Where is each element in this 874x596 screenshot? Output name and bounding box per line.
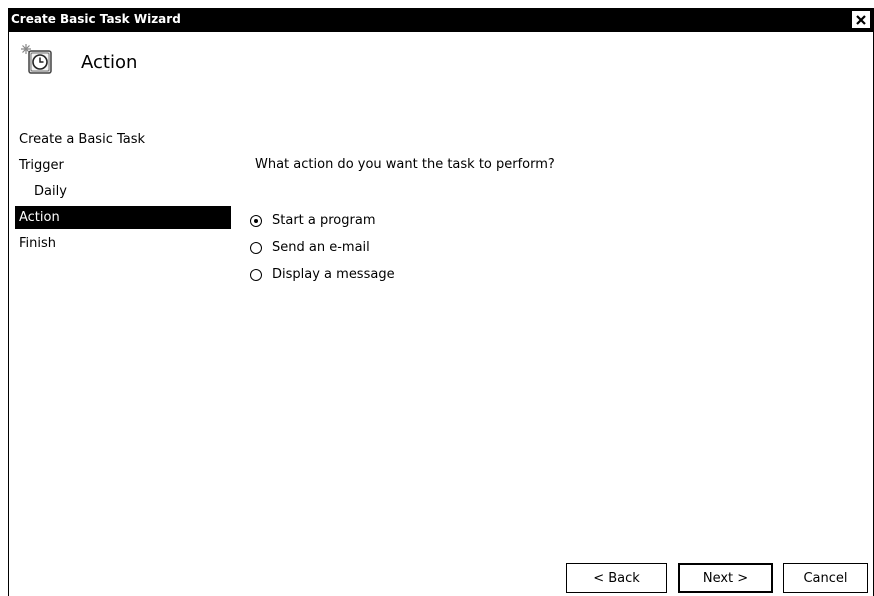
- title-bar[interactable]: Create Basic Task Wizard: [9, 8, 873, 32]
- radio-button[interactable]: [250, 268, 262, 281]
- radio-label-start-program[interactable]: Start a program: [272, 213, 375, 228]
- radio-label-send-email[interactable]: Send an e-mail: [272, 240, 370, 255]
- back-button[interactable]: < Back: [566, 563, 667, 593]
- window-title: Create Basic Task Wizard: [11, 12, 181, 26]
- nav-step-action: Action: [15, 206, 231, 229]
- radio-button[interactable]: [250, 241, 262, 254]
- radio-label-display-message[interactable]: Display a message: [272, 267, 395, 282]
- wizard-steps-nav: Create a Basic Task Trigger Daily Action…: [15, 128, 231, 258]
- nav-step-finish: Finish: [19, 236, 57, 251]
- radio-display-message[interactable]: Display a message: [250, 261, 395, 288]
- page-title: Action: [81, 52, 138, 73]
- radio-button-selected[interactable]: [250, 214, 262, 227]
- close-button[interactable]: [852, 11, 870, 28]
- close-icon: [856, 14, 866, 25]
- radio-start-program[interactable]: Start a program: [250, 207, 395, 234]
- nav-step-create-basic-task: Create a Basic Task: [19, 132, 146, 147]
- radio-send-email[interactable]: Send an e-mail: [250, 234, 395, 261]
- nav-step-trigger: Trigger: [19, 158, 64, 173]
- action-radio-group: Start a program Send an e-mail Display a…: [250, 207, 395, 288]
- wizard-window: Create Basic Task Wizard Action Create a…: [8, 8, 874, 596]
- action-question: What action do you want the task to perf…: [255, 157, 555, 172]
- task-scheduler-clock-icon: [20, 42, 58, 78]
- nav-step-daily: Daily: [34, 184, 67, 199]
- next-button[interactable]: Next >: [678, 563, 773, 593]
- cancel-button[interactable]: Cancel: [783, 563, 868, 593]
